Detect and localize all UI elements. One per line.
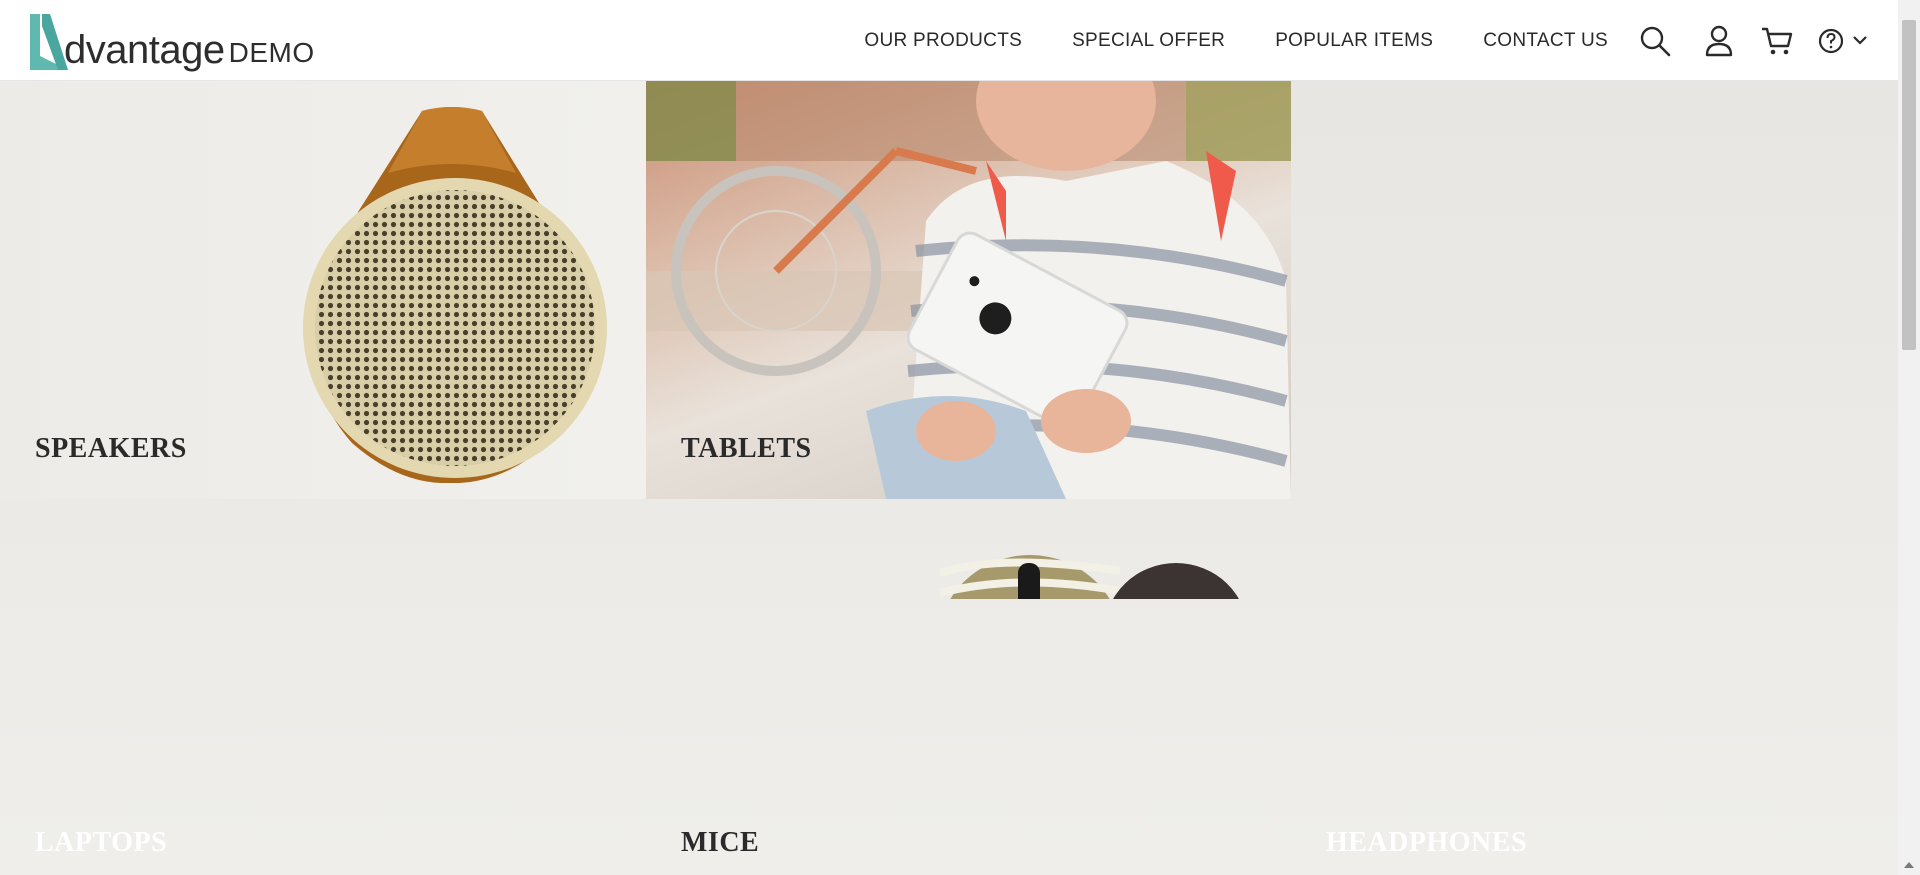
category-label-laptops: LAPTOPS xyxy=(35,827,168,858)
cart-icon[interactable] xyxy=(1760,24,1794,58)
nav-special-offer[interactable]: SPECIAL OFFER xyxy=(1072,30,1225,52)
brand-logo[interactable]: dvantage DEMO xyxy=(28,12,315,72)
category-tile-laptops[interactable]: LAPTOPS xyxy=(0,499,646,875)
category-label-mice: MICE xyxy=(681,827,760,858)
page-scrollbar[interactable] xyxy=(1898,0,1920,875)
category-tile-speakers[interactable]: SPEAKERS xyxy=(0,81,646,499)
category-grid: SPEAKERS TABLETS LAPTOPS MICE HEADPHONES xyxy=(0,81,1898,875)
category-label-tablets: TABLETS xyxy=(681,433,812,464)
category-tile-tablets[interactable]: TABLETS xyxy=(646,81,1291,499)
logo-subtext: DEMO xyxy=(228,37,315,68)
nav-popular-items[interactable]: POPULAR ITEMS xyxy=(1275,30,1433,52)
user-icon[interactable] xyxy=(1702,24,1736,58)
nav-our-products[interactable]: OUR PRODUCTS xyxy=(864,30,1022,52)
logo-text: dvantage xyxy=(64,28,225,72)
category-tile-mice[interactable]: MICE xyxy=(646,499,1291,875)
logo-mark-icon xyxy=(30,14,68,70)
site-header: dvantage DEMO OUR PRODUCTS SPECIAL OFFER… xyxy=(0,0,1898,81)
scroll-up-arrow-icon[interactable] xyxy=(1904,862,1914,868)
search-icon[interactable] xyxy=(1638,24,1672,58)
scrollbar-thumb[interactable] xyxy=(1902,20,1916,350)
nav-contact-us[interactable]: CONTACT US xyxy=(1483,30,1608,52)
help-icon[interactable] xyxy=(1818,24,1844,58)
chevron-down-icon[interactable] xyxy=(1852,24,1868,58)
category-label-speakers: SPEAKERS xyxy=(35,433,187,464)
category-label-headphones: HEADPHONES xyxy=(1326,827,1528,858)
main-nav: OUR PRODUCTS SPECIAL OFFER POPULAR ITEMS… xyxy=(864,0,1608,81)
speaker-image xyxy=(303,107,607,483)
category-tile-headphones[interactable]: HEADPHONES xyxy=(1291,499,1898,875)
